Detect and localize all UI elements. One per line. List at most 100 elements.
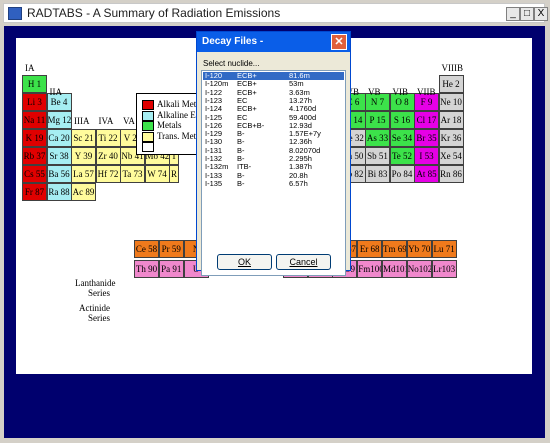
dialog-hint: Select nuclide... [203,59,260,68]
element-cell[interactable]: Po 84 [389,165,415,183]
element-cell[interactable]: Y 39 [71,147,96,165]
minimize-button[interactable]: _ [506,7,520,21]
element-cell[interactable]: Sb 51 [365,147,390,165]
element-cell[interactable]: Xe 54 [438,147,464,165]
element-cell[interactable]: Ca 20 [46,129,72,147]
group-label: IVA [98,116,114,127]
element-cell[interactable]: K 19 [22,129,47,147]
element-cell[interactable]: Zr 40 [95,147,121,165]
lanthanide-label: Lanthanide Series [75,278,116,298]
actinide-label: Actinide Series [79,303,110,323]
element-cell[interactable]: Rb 37 [22,147,47,165]
element-cell[interactable]: Ce 58 [134,240,159,258]
group-label: VIIIB [441,63,464,73]
element-cell[interactable]: Na 11 [22,111,47,129]
element-cell[interactable]: Ba 56 [46,165,72,183]
element-cell[interactable]: Th 90 [134,260,159,278]
dialog-title: Decay Files - [197,32,350,52]
element-cell[interactable]: Mg 12 [46,111,72,129]
legend-swatch [142,142,154,152]
element-cell[interactable]: Er 68 [357,240,383,258]
element-cell[interactable]: Sc 21 [71,129,96,147]
element-cell[interactable]: Tm 69 [382,240,407,258]
element-cell[interactable]: Ra 88 [46,183,72,201]
element-cell[interactable]: Cs 55 [22,165,47,183]
nuclide-list-item[interactable]: I-135 B- 6.57h [203,178,344,188]
group-label: VA [123,116,135,127]
title-bar: RADTABS - A Summary of Radiation Emissio… [3,3,548,23]
decay-files-dialog: Decay Files - ✕ Select nuclide... I-120 E… [196,31,351,276]
maximize-button[interactable]: □ [520,7,534,21]
window-title: RADTABS - A Summary of Radiation Emissio… [27,6,281,20]
element-cell[interactable]: Ne 10 [438,93,464,111]
group-label: VIIB [417,87,436,97]
element-cell[interactable]: Rn 86 [438,165,464,183]
element-cell[interactable]: Bi 83 [365,165,390,183]
nuclide-list-item[interactable]: I-130 B- 12.36h [203,138,344,146]
legend-swatch [142,121,154,131]
nuclide-list-item[interactable]: I-129 B- 1.57E+7y [203,130,344,138]
group-label: IIA [49,87,63,97]
nuclide-list-item[interactable]: I-124 ECB+ 4.1760d [203,105,344,113]
group-label: VB [368,87,381,97]
element-cell[interactable]: At 85 [414,165,439,183]
element-cell[interactable]: S 16 [389,111,415,129]
element-cell[interactable]: Pa 91 [158,260,184,278]
element-cell[interactable]: Ar 18 [438,111,464,129]
half-life: 4.1760d [289,104,317,114]
element-cell[interactable]: Kr 36 [438,129,464,147]
nuclide-name: I-124 [205,104,223,114]
element-cell[interactable]: Ta 73 [120,165,145,183]
legend-label: Metals [157,120,182,130]
nuclide-list[interactable]: I-120 ECB+ 81.6m I-120m ECB+ 53m I-122 ECB+ 3.63… [201,70,346,276]
nuclide-list-item[interactable]: I-122 ECB+ 3.63m [203,88,344,97]
element-cell[interactable]: W 74 [144,165,170,183]
element-cell[interactable]: Te 52 [389,147,415,165]
element-cell[interactable]: Li 3 [22,93,47,111]
nuclide-list-item[interactable]: I-133 B- 20.8h [203,171,344,180]
element-cell[interactable]: La 57 [71,165,96,183]
close-button[interactable]: X [534,7,548,21]
group-label: IA [25,63,35,73]
nuclide-list-item[interactable]: I-120m ECB+ 53m [203,80,344,88]
nuclide-name: I-135 [205,178,223,188]
cancel-button[interactable]: Cancel [276,254,331,270]
element-cell[interactable]: As 33 [365,129,390,147]
element-cell[interactable]: Lr103 [431,260,457,278]
element-cell[interactable]: H 1 [22,75,47,93]
legend-swatch [142,131,154,142]
nuclide-list-item[interactable]: I-132m ITB- 1.387h [203,163,344,171]
dialog-close-icon[interactable]: ✕ [331,34,347,50]
element-cell[interactable]: R [169,165,179,183]
element-cell[interactable]: Br 35 [414,129,439,147]
element-cell[interactable]: Md101 [382,260,407,278]
legend-swatch [142,110,154,121]
element-cell[interactable]: P 15 [365,111,390,129]
element-cell[interactable]: I 53 [414,147,439,165]
element-cell[interactable]: Lu 71 [431,240,457,258]
half-life: 6.57h [289,178,308,188]
nuclide-list-item[interactable]: I-126 ECB+B- 12.93d [203,121,344,130]
element-cell[interactable]: No102 [406,260,432,278]
decay-mode: B- [237,178,245,188]
element-cell[interactable]: Hf 72 [95,165,121,183]
element-cell[interactable]: Cl 17 [414,111,439,129]
element-cell[interactable]: Fr 87 [22,183,47,201]
element-cell[interactable]: Sr 38 [46,147,72,165]
nuclide-list-item[interactable]: I-123 EC 13.27h [203,96,344,105]
legend-swatch [142,100,154,110]
nuclide-list-item[interactable]: I-131 B- 8.02070d [203,146,344,155]
element-cell[interactable]: Se 34 [389,129,415,147]
app-icon [8,7,22,20]
nuclide-list-item[interactable]: I-125 EC 59.400d [203,113,344,122]
ok-button[interactable]: OK [217,254,272,270]
element-cell[interactable]: Fm100 [357,260,383,278]
element-cell[interactable]: Ti 22 [95,129,121,147]
decay-mode: ECB+ [237,104,257,114]
element-cell[interactable]: Pr 59 [158,240,184,258]
group-label: IIIA [74,116,90,127]
element-cell[interactable]: Ac 89 [71,183,96,201]
element-cell[interactable]: He 2 [438,75,464,93]
group-label: VIB [392,87,409,97]
element-cell[interactable]: Yb 70 [406,240,432,258]
